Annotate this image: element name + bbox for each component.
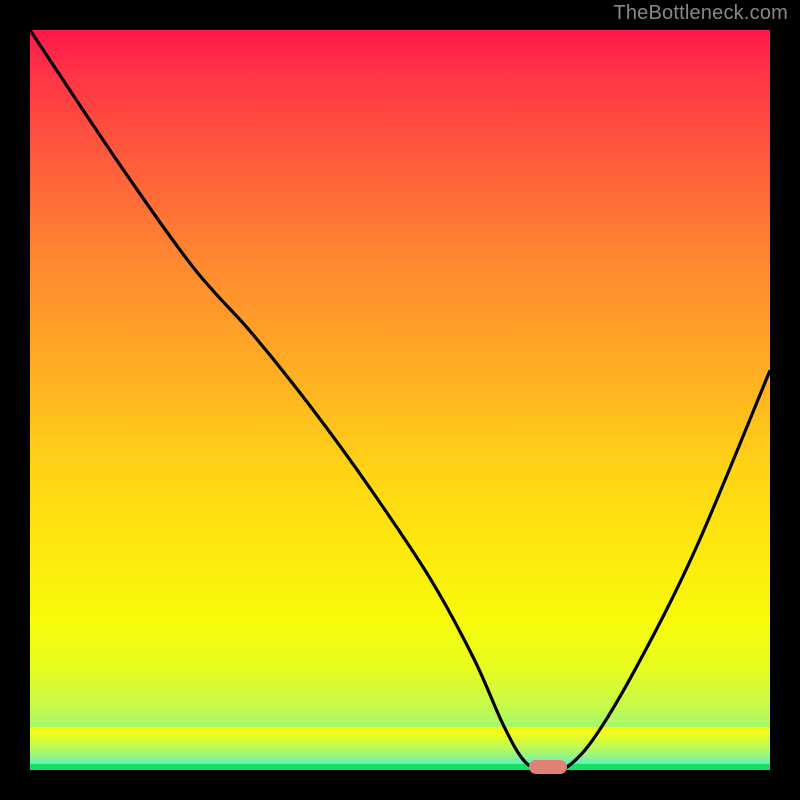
watermark-text: TheBottleneck.com bbox=[613, 2, 788, 25]
optimal-marker bbox=[529, 760, 567, 774]
chart-stage: TheBottleneck.com bbox=[0, 0, 800, 800]
bottleneck-curve bbox=[30, 30, 770, 770]
